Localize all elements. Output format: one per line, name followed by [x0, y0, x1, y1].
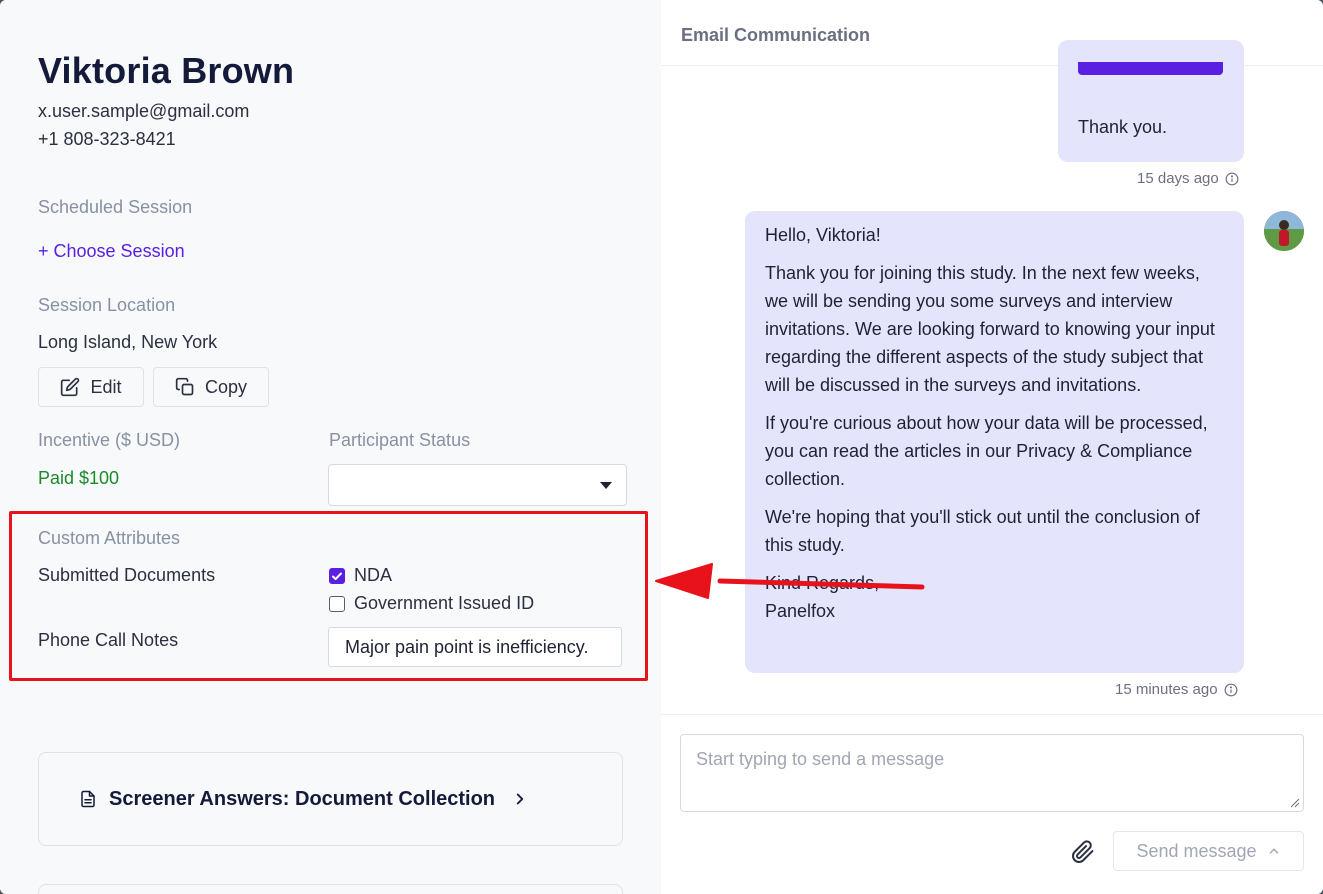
avatar-image [1264, 211, 1304, 251]
document-icon [81, 790, 95, 808]
app-window: Viktoria Brown x.user.sample@gmail.com +… [0, 0, 1323, 894]
check-icon [332, 572, 342, 580]
participant-panel: Viktoria Brown x.user.sample@gmail.com +… [0, 0, 660, 894]
avatar [1264, 211, 1304, 251]
custom-attributes-label: Custom Attributes [38, 528, 181, 548]
copy-button[interactable]: Copy [153, 367, 269, 407]
screener-answers-card[interactable]: Screener Answers: Document Collection [38, 752, 623, 846]
participant-email: x.user.sample@gmail.com [38, 101, 250, 121]
participant-status-select[interactable] [328, 464, 627, 506]
next-card [38, 884, 623, 894]
participant-name: Viktoria Brown [38, 50, 295, 91]
session-location-value: Long Island, New York [38, 332, 218, 352]
composer-divider [661, 714, 1323, 715]
message-paragraph: Hello, Viktoria! [765, 225, 881, 245]
message-paragraph: If you're curious about how your data wi… [765, 413, 1208, 489]
message-paragraph: We're hoping that you'll stick out until… [765, 507, 1200, 555]
participant-phone: +1 808-323-8421 [38, 129, 176, 149]
submitted-documents-label: Submitted Documents [38, 565, 216, 585]
message-time: 15 days ago [1137, 170, 1219, 187]
annotation-arrow [655, 563, 925, 599]
screener-answers-title: Screener Answers: Document Collection [109, 787, 496, 810]
nda-label: NDA [354, 565, 393, 585]
choose-session-link[interactable]: + Choose Session [38, 241, 185, 262]
email-panel-title: Email Communication [681, 25, 871, 45]
chevron-down-icon [600, 482, 612, 489]
edit-button[interactable]: Edit [38, 367, 144, 407]
composer-placeholder: Start typing to send a message [696, 749, 945, 769]
nda-checkbox[interactable] [329, 567, 345, 584]
message-text: Thank you. [1078, 117, 1168, 137]
message-bubble: Thank you. [1058, 40, 1244, 162]
copy-button-label: Copy [204, 376, 248, 397]
government-id-checkbox-row[interactable]: Government Issued ID [329, 593, 534, 614]
send-message-label: Send message [1136, 840, 1257, 861]
nda-checkbox-row[interactable]: NDA [329, 565, 392, 586]
message-composer-input[interactable]: Start typing to send a message [680, 734, 1304, 812]
incentive-value: Paid $100 [38, 468, 120, 488]
info-icon[interactable] [1224, 683, 1238, 697]
message-timestamp: 15 days ago [1137, 170, 1239, 187]
government-id-checkbox[interactable] [329, 595, 345, 612]
resize-grip-icon[interactable] [1290, 798, 1300, 808]
incentive-label: Incentive ($ USD) [38, 430, 181, 450]
paperclip-icon[interactable] [1071, 840, 1095, 864]
scheduled-session-label: Scheduled Session [38, 197, 193, 217]
government-id-label: Government Issued ID [354, 593, 535, 613]
edit-icon [61, 377, 80, 397]
phone-call-notes-value: Major pain point is inefficiency. [345, 636, 589, 657]
copy-icon [175, 377, 194, 396]
edit-button-label: Edit [90, 376, 122, 397]
message-time: 15 minutes ago [1115, 681, 1218, 698]
message-button-partial[interactable] [1078, 62, 1223, 75]
session-location-label: Session Location [38, 295, 176, 315]
send-message-button[interactable]: Send message [1113, 831, 1304, 871]
phone-call-notes-label: Phone Call Notes [38, 630, 179, 650]
chevron-up-icon [1269, 848, 1278, 854]
chevron-right-icon [516, 793, 524, 805]
email-panel: Email Communication Thank you. 15 days a… [661, 0, 1323, 894]
participant-status-label: Participant Status [329, 430, 471, 450]
phone-call-notes-input[interactable]: Major pain point is inefficiency. [328, 627, 622, 667]
message-timestamp: 15 minutes ago [1115, 681, 1238, 698]
message-paragraph: Thank you for joining this study. In the… [765, 263, 1215, 395]
info-icon[interactable] [1225, 172, 1239, 186]
